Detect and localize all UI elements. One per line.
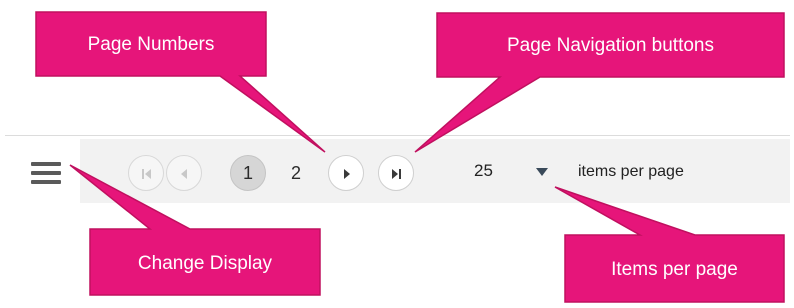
callout-items-per-page: Items per page [611,259,738,280]
next-page-button[interactable] [328,155,364,191]
previous-page-button[interactable] [166,155,202,191]
next-page-icon [344,169,350,179]
last-page-icon [392,169,401,179]
pager-bar: 1 2 25 items per page [5,135,790,208]
first-page-button[interactable] [128,155,164,191]
callout-page-numbers: Page Numbers [87,34,215,55]
page-number-2[interactable]: 2 [278,155,314,191]
callout-change-display: Change Display [137,253,273,274]
first-page-icon [142,169,151,179]
callout-page-numbers-shape [35,11,326,153]
callout-page-navigation: Page Navigation buttons [506,35,715,56]
hamburger-menu-icon[interactable] [31,162,61,184]
page-size-value: 25 [474,161,493,180]
callout-page-navigation-shape [414,12,785,153]
items-per-page-label: items per page [578,163,684,180]
pager-controls: 1 2 25 items per page [80,139,790,203]
page-size-select[interactable]: 25 [470,157,570,189]
page-number-1[interactable]: 1 [230,155,266,191]
last-page-button[interactable] [378,155,414,191]
dropdown-arrow-icon [536,168,548,176]
previous-page-icon [181,169,187,179]
